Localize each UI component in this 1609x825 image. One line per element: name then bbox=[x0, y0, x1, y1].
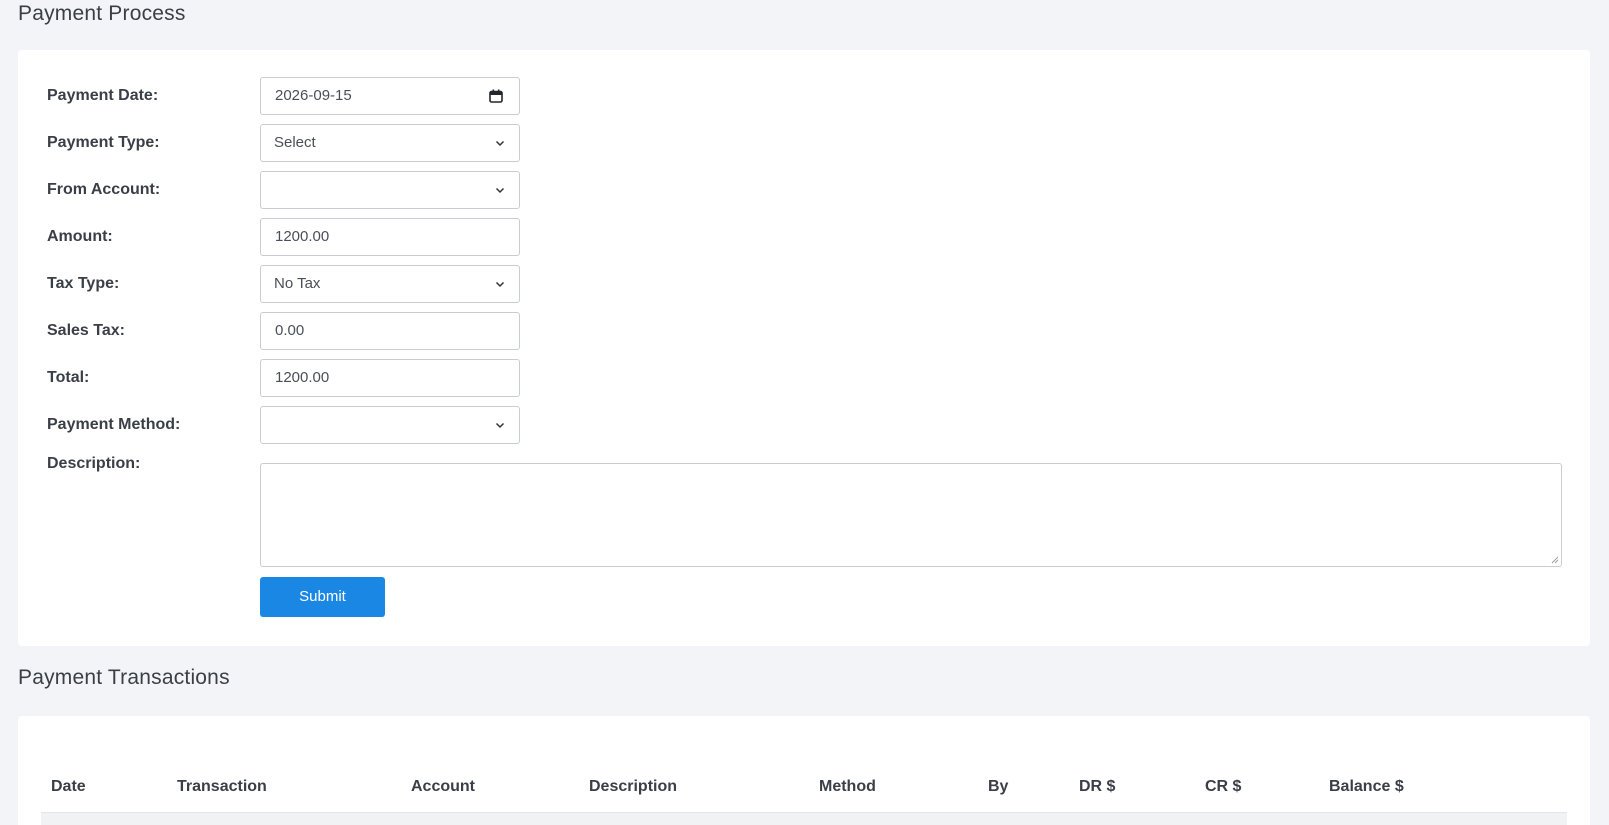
tax-type-value: No Tax bbox=[274, 275, 321, 292]
payment-transactions-title: Payment Transactions bbox=[18, 666, 230, 689]
calendar-icon[interactable] bbox=[489, 89, 503, 103]
total-input[interactable]: 1200.00 bbox=[260, 359, 520, 397]
sales-tax-row: Sales Tax: 0.00 bbox=[18, 312, 1590, 350]
payment-process-title: Payment Process bbox=[18, 2, 186, 25]
payment-type-label: Payment Type: bbox=[47, 134, 160, 151]
column-header-by[interactable]: By bbox=[988, 778, 1008, 796]
payment-method-label: Payment Method: bbox=[47, 416, 181, 433]
payment-date-row: Payment Date: 2026-09-15 bbox=[18, 77, 1590, 115]
chevron-down-icon bbox=[495, 140, 505, 147]
column-header-dr[interactable]: DR $ bbox=[1079, 778, 1115, 796]
column-header-date[interactable]: Date bbox=[51, 778, 86, 796]
description-label: Description: bbox=[47, 455, 141, 472]
sales-tax-value: 0.00 bbox=[275, 322, 305, 339]
tax-type-label: Tax Type: bbox=[47, 275, 120, 292]
amount-row: Amount: 1200.00 bbox=[18, 218, 1590, 256]
payment-date-value: 2026-09-15 bbox=[275, 87, 352, 104]
payment-method-row: Payment Method: bbox=[18, 406, 1590, 444]
total-row: Total: 1200.00 bbox=[18, 359, 1590, 397]
transactions-table-header: Date Transaction Account Description Met… bbox=[41, 768, 1567, 808]
from-account-row: From Account: bbox=[18, 171, 1590, 209]
column-header-transaction[interactable]: Transaction bbox=[177, 778, 267, 796]
total-label: Total: bbox=[47, 369, 90, 386]
sales-tax-label: Sales Tax: bbox=[47, 322, 125, 339]
payment-type-select[interactable]: Select bbox=[260, 124, 520, 162]
payment-date-input[interactable]: 2026-09-15 bbox=[260, 77, 520, 115]
from-account-label: From Account: bbox=[47, 181, 161, 198]
payment-type-value: Select bbox=[274, 134, 316, 151]
chevron-down-icon bbox=[495, 187, 505, 194]
column-header-account[interactable]: Account bbox=[411, 778, 475, 796]
resize-grip-icon[interactable] bbox=[1551, 556, 1559, 564]
column-header-balance[interactable]: Balance $ bbox=[1329, 778, 1404, 796]
payment-method-select[interactable] bbox=[260, 406, 520, 444]
column-header-description[interactable]: Description bbox=[589, 778, 677, 796]
tax-type-row: Tax Type: No Tax bbox=[18, 265, 1590, 303]
total-value: 1200.00 bbox=[275, 369, 330, 386]
payment-transactions-card: Date Transaction Account Description Met… bbox=[18, 716, 1590, 825]
column-header-cr[interactable]: CR $ bbox=[1205, 778, 1241, 796]
amount-input[interactable]: 1200.00 bbox=[260, 218, 520, 256]
from-account-select[interactable] bbox=[260, 171, 520, 209]
payment-process-card: Payment Date: 2026-09-15 Payment Type: S… bbox=[18, 50, 1590, 646]
table-row bbox=[41, 812, 1567, 825]
chevron-down-icon bbox=[495, 422, 505, 429]
tax-type-select[interactable]: No Tax bbox=[260, 265, 520, 303]
payment-page: Payment Process Payment Date: 2026-09-15… bbox=[0, 0, 1609, 825]
description-textarea[interactable] bbox=[260, 463, 1562, 567]
payment-type-row: Payment Type: Select bbox=[18, 124, 1590, 162]
chevron-down-icon bbox=[495, 281, 505, 288]
sales-tax-input[interactable]: 0.00 bbox=[260, 312, 520, 350]
column-header-method[interactable]: Method bbox=[819, 778, 876, 796]
submit-button[interactable]: Submit bbox=[260, 577, 385, 617]
payment-date-label: Payment Date: bbox=[47, 87, 159, 104]
amount-label: Amount: bbox=[47, 228, 113, 245]
amount-value: 1200.00 bbox=[275, 228, 330, 245]
